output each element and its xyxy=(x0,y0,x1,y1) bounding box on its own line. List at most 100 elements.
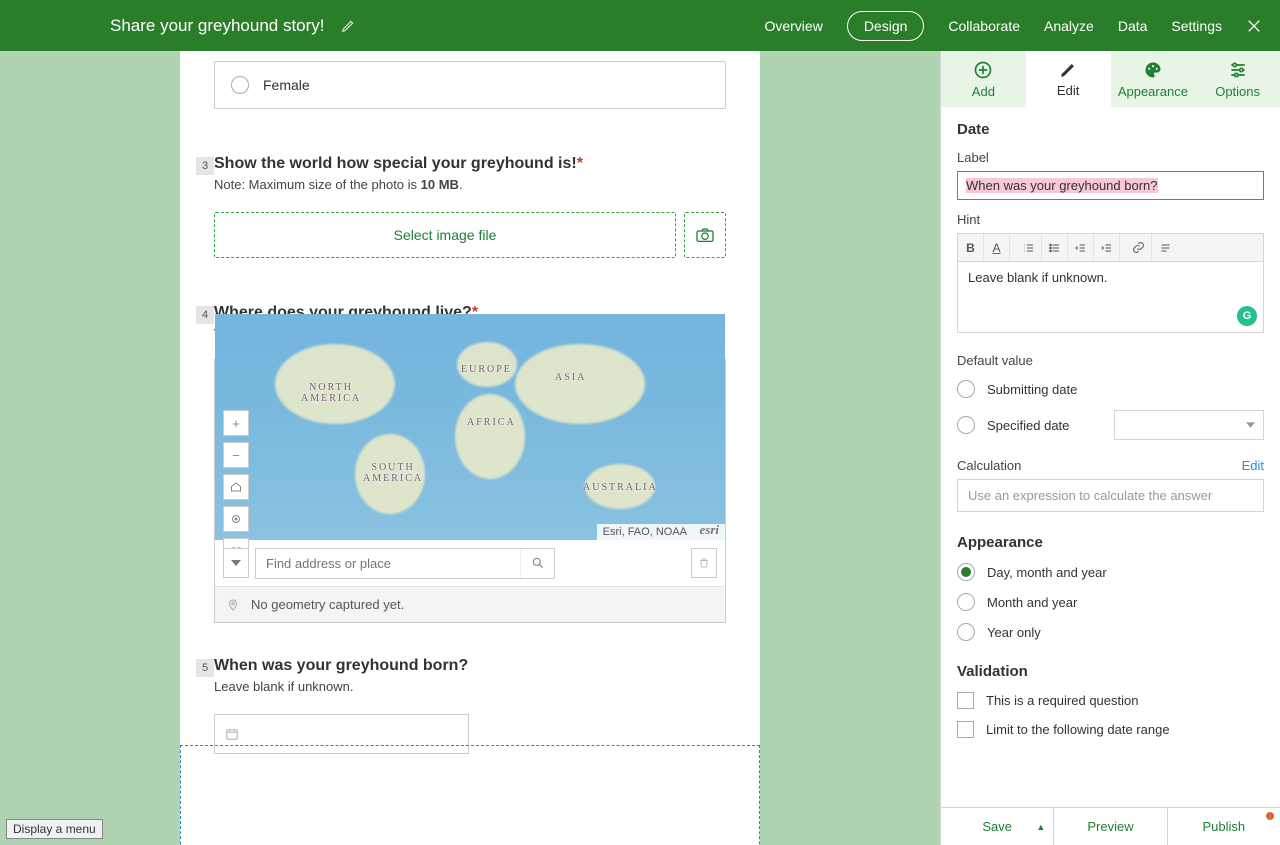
radio-icon xyxy=(957,563,975,581)
nav-design[interactable]: Design xyxy=(847,11,925,41)
label-input[interactable]: When was your greyhound born? xyxy=(957,171,1264,200)
nav-settings[interactable]: Settings xyxy=(1171,18,1222,34)
camera-button[interactable] xyxy=(684,212,726,258)
checkbox-label: Limit to the following date range xyxy=(986,722,1170,737)
radio-label: Submitting date xyxy=(987,382,1077,397)
save-button[interactable]: Save ▲ xyxy=(941,808,1054,845)
radio-icon xyxy=(957,416,975,434)
section-heading: Appearance xyxy=(957,534,1264,551)
calc-edit-link[interactable]: Edit xyxy=(1242,458,1264,473)
radio-label: Month and year xyxy=(987,595,1077,610)
field-label: Hint xyxy=(957,212,1264,227)
radio-option[interactable]: Female xyxy=(214,61,726,109)
edit-title-icon[interactable] xyxy=(341,19,355,33)
nav-analyze[interactable]: Analyze xyxy=(1044,18,1094,34)
question-hint: Note: Maximum size of the photo is 10 MB… xyxy=(214,177,726,192)
topbar: Share your greyhound story! Overview Des… xyxy=(0,0,1280,51)
zoom-in-button[interactable]: + xyxy=(223,410,249,436)
continent-label: Asia xyxy=(555,372,586,383)
map-widget: North America South America Europe Afric… xyxy=(214,359,726,623)
field-label: Default value xyxy=(957,353,1264,368)
field-label: Calculation xyxy=(957,458,1021,473)
calc-input[interactable]: Use an expression to calculate the answe… xyxy=(957,479,1264,512)
outdent-button[interactable] xyxy=(1068,234,1094,262)
map-layer-dropdown[interactable] xyxy=(223,548,249,578)
panel-tab-appearance[interactable]: Appearance xyxy=(1111,51,1196,107)
radio-label: Female xyxy=(263,77,310,93)
home-extent-button[interactable] xyxy=(223,474,249,500)
continent-label: Africa xyxy=(467,417,516,428)
panel-tab-label: Edit xyxy=(1057,83,1079,98)
search-icon[interactable] xyxy=(520,549,554,578)
field-label: Label xyxy=(957,150,1264,165)
question-5[interactable]: 5 When was your greyhound born? Leave bl… xyxy=(214,657,726,794)
question-4[interactable]: 4 Where does your greyhound live?* Tip: … xyxy=(214,304,726,623)
section-heading: Date xyxy=(957,121,1264,138)
radio-icon xyxy=(957,593,975,611)
validation-range-check[interactable]: Limit to the following date range xyxy=(957,721,1264,738)
question-title: Show the world how special your greyhoun… xyxy=(214,155,577,172)
preview-button[interactable]: Preview xyxy=(1054,808,1167,845)
select-image-button[interactable]: Select image file xyxy=(214,212,676,258)
chevron-down-icon xyxy=(1246,422,1255,428)
chevron-up-icon: ▲ xyxy=(1036,822,1045,832)
map-search-input[interactable] xyxy=(256,549,520,578)
checkbox-icon xyxy=(957,721,974,738)
ul-button[interactable] xyxy=(1042,234,1068,262)
appearance-dmy-radio[interactable]: Day, month and year xyxy=(957,563,1264,581)
grammarly-icon[interactable]: G xyxy=(1237,306,1257,326)
link-button[interactable] xyxy=(1126,234,1152,262)
panel-tab-edit[interactable]: Edit xyxy=(1026,51,1111,107)
question-3[interactable]: 3 Show the world how special your greyho… xyxy=(214,155,726,258)
color-button[interactable]: A xyxy=(984,234,1010,262)
continent-label: South America xyxy=(363,462,423,484)
zoom-out-button[interactable]: − xyxy=(223,442,249,468)
pencil-icon xyxy=(1059,61,1077,79)
validation-required-check[interactable]: This is a required question xyxy=(957,692,1264,709)
map-clear-button[interactable] xyxy=(691,548,717,578)
ol-button[interactable] xyxy=(1016,234,1042,262)
label-input-value: When was your greyhound born? xyxy=(966,178,1158,193)
map-status: No geometry captured yet. xyxy=(215,586,725,622)
appearance-y-radio[interactable]: Year only xyxy=(957,623,1264,641)
date-input[interactable] xyxy=(214,714,469,754)
tools-icon[interactable] xyxy=(1246,18,1262,34)
checkbox-label: This is a required question xyxy=(986,693,1138,708)
radio-label: Day, month and year xyxy=(987,565,1107,580)
required-mark: * xyxy=(577,155,583,172)
continent-label: Australia xyxy=(583,482,658,493)
panel-tab-options[interactable]: Options xyxy=(1195,51,1280,107)
panel-tab-label: Add xyxy=(972,84,995,99)
radio-icon xyxy=(957,380,975,398)
nav-overview[interactable]: Overview xyxy=(764,18,822,34)
continent-label: Europe xyxy=(461,364,512,375)
publish-button[interactable]: Publish xyxy=(1168,808,1280,845)
default-specified-radio[interactable]: Specified date xyxy=(957,410,1264,440)
hint-editor[interactable]: Leave blank if unknown. G xyxy=(957,261,1264,333)
locate-button[interactable] xyxy=(223,506,249,532)
continent-label: North America xyxy=(301,382,361,404)
panel-tab-label: Options xyxy=(1215,84,1260,99)
radio-label: Specified date xyxy=(987,418,1069,433)
panel-tab-add[interactable]: Add xyxy=(941,51,1026,107)
appearance-my-radio[interactable]: Month and year xyxy=(957,593,1264,611)
sliders-icon xyxy=(1228,60,1248,80)
nav-data[interactable]: Data xyxy=(1118,18,1148,34)
hint-value: Leave blank if unknown. xyxy=(968,270,1107,285)
nav-collaborate[interactable]: Collaborate xyxy=(948,18,1020,34)
palette-icon xyxy=(1143,60,1163,80)
map-canvas[interactable]: North America South America Europe Afric… xyxy=(215,314,725,540)
question-number: 3 xyxy=(196,157,214,175)
calendar-icon xyxy=(225,727,239,741)
clear-format-button[interactable] xyxy=(1152,234,1178,262)
checkbox-icon xyxy=(957,692,974,709)
statusbar: Display a menu xyxy=(6,819,103,839)
indent-button[interactable] xyxy=(1094,234,1120,262)
bold-button[interactable]: B xyxy=(958,234,984,262)
pin-icon xyxy=(227,597,239,613)
section-heading: Validation xyxy=(957,663,1264,680)
specified-date-picker[interactable] xyxy=(1114,410,1264,440)
default-submitting-radio[interactable]: Submitting date xyxy=(957,380,1264,398)
calc-placeholder: Use an expression to calculate the answe… xyxy=(968,488,1212,503)
question-title: When was your greyhound born? xyxy=(214,657,468,674)
